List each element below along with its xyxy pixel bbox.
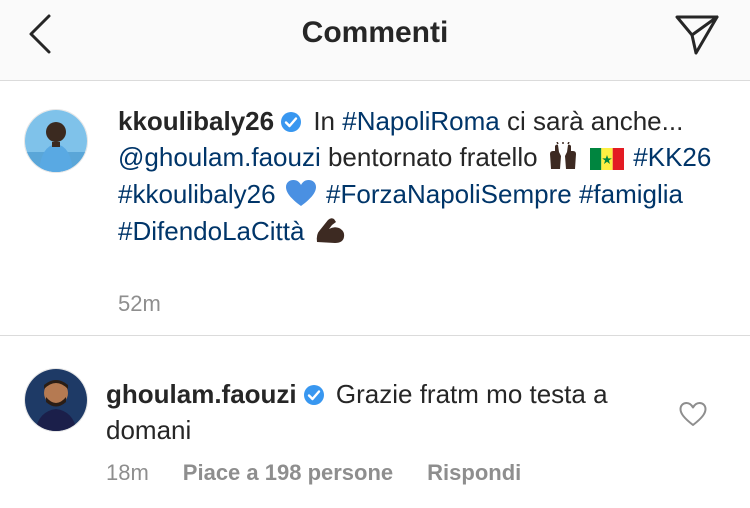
page-title: Commenti xyxy=(301,16,449,49)
comment-timestamp: 18m xyxy=(106,460,149,485)
like-button[interactable] xyxy=(678,400,708,428)
avatar[interactable] xyxy=(24,368,88,432)
hashtag-famiglia[interactable]: #famiglia xyxy=(579,179,683,209)
verified-badge-icon xyxy=(280,108,302,141)
flexed-biceps-icon xyxy=(314,216,346,252)
mention-ghoulam[interactable]: @ghoulam.faouzi xyxy=(118,142,321,172)
comment-meta: 18m Piace a 198 persone Rispondi xyxy=(106,460,521,486)
header-bar: Commenti xyxy=(0,0,750,81)
senegal-flag-icon xyxy=(590,145,625,178)
comment-text: ghoulam.faouzi Grazie fratm mo testa a d… xyxy=(106,378,666,447)
verified-badge-icon xyxy=(303,381,325,414)
hashtag-kk26[interactable]: #KK26 xyxy=(633,142,711,172)
post-username[interactable]: kkoulibaly26 xyxy=(118,106,274,136)
hashtag-forzanapolisempre[interactable]: #ForzaNapoliSempre xyxy=(326,179,572,209)
comment-username[interactable]: ghoulam.faouzi xyxy=(106,379,297,409)
avatar[interactable] xyxy=(24,109,88,173)
share-button[interactable] xyxy=(672,12,722,58)
heart-outline-icon xyxy=(679,402,707,426)
post-timestamp: 52m xyxy=(118,291,161,316)
reply-button[interactable]: Rispondi xyxy=(427,460,521,486)
comment-item: ghoulam.faouzi Grazie fratm mo testa a d… xyxy=(0,336,750,508)
caption-text-1: In xyxy=(313,106,335,136)
raising-hands-icon xyxy=(547,141,579,178)
caption-text: kkoulibaly26 In #NapoliRoma ci sarà anch… xyxy=(118,105,718,252)
likes-count-button[interactable]: Piace a 198 persone xyxy=(183,460,393,486)
caption-text-2: ci sarà anche... xyxy=(507,106,684,136)
hashtag-kkoulibaly26[interactable]: #kkoulibaly26 xyxy=(118,179,276,209)
caption-text-3: bentornato fratello xyxy=(327,142,538,172)
blue-heart-icon xyxy=(285,179,317,215)
hashtag-napoliroma[interactable]: #NapoliRoma xyxy=(342,106,500,136)
paper-plane-icon xyxy=(675,15,719,55)
hashtag-difendolacitta[interactable]: #DifendoLaCittà xyxy=(118,216,304,246)
post-caption: kkoulibaly26 In #NapoliRoma ci sarà anch… xyxy=(0,81,750,336)
